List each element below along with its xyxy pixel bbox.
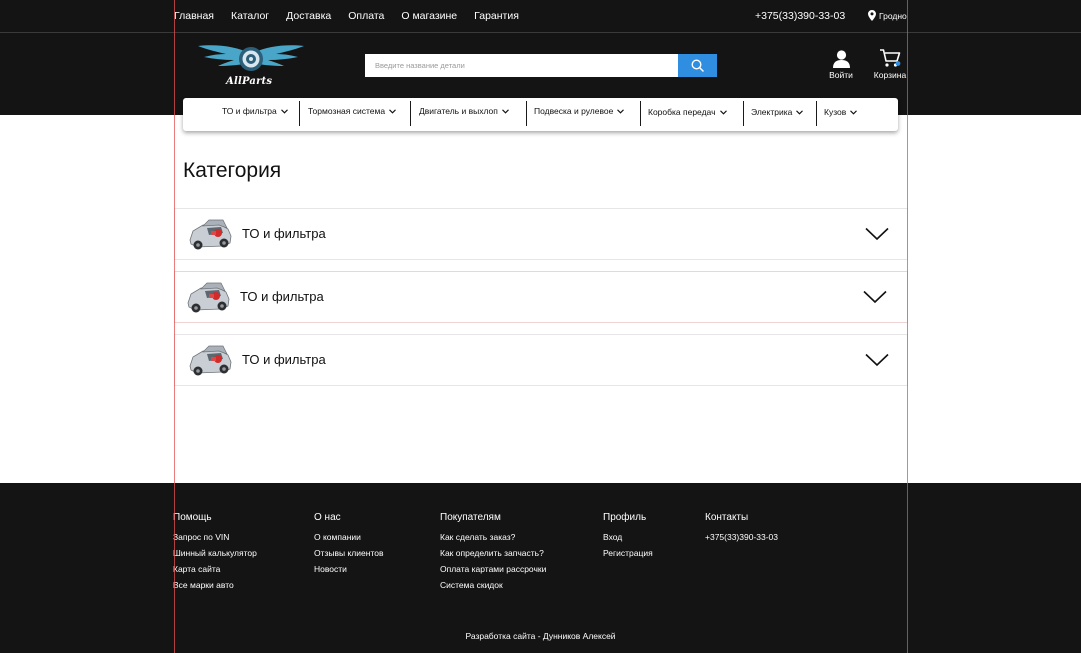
page: Главная Каталог Доставка Оплата О магази…: [0, 0, 1081, 653]
page-title: Категория: [183, 159, 282, 182]
header-phone[interactable]: +375(33)390-33-03: [755, 10, 845, 22]
cart-label: Корзина: [873, 70, 907, 80]
menu-item-label: Тормозная система: [308, 106, 386, 116]
chevron-down-icon: [863, 290, 887, 304]
menu-item-engine[interactable]: Двигатель и выхлоп: [419, 106, 509, 116]
nav-link-about-shop[interactable]: О магазине: [401, 10, 457, 22]
menu-divider: [743, 101, 744, 126]
menu-item-label: Электрика: [751, 107, 793, 117]
search-bar: [365, 54, 717, 77]
category-accordion-item[interactable]: ТО и фильтра: [174, 334, 908, 386]
footer-link[interactable]: Все марки авто: [173, 577, 257, 593]
menu-item-body[interactable]: Кузов: [824, 107, 858, 117]
category-accordion-item[interactable]: ТО и фильтра: [174, 208, 908, 260]
footer-link[interactable]: Система скидок: [440, 577, 546, 593]
footer-link[interactable]: Новости: [314, 561, 383, 577]
car-icon: [189, 345, 232, 376]
footer: Помощь Запрос по VIN Шинный калькулятор …: [0, 483, 1081, 653]
footer-link[interactable]: Запрос по VIN: [173, 529, 257, 545]
chevron-down-icon: [719, 109, 727, 115]
menu-item-label: Кузов: [824, 107, 847, 117]
menu-item-gearbox[interactable]: Коробка передач: [648, 107, 727, 117]
footer-link[interactable]: Как определить запчасть?: [440, 545, 546, 561]
footer-link[interactable]: +375(33)390-33-03: [705, 529, 778, 545]
chevron-down-icon: [280, 108, 288, 114]
search-button[interactable]: [678, 54, 717, 77]
category-item-label: ТО и фильтра: [240, 289, 324, 304]
footer-column-profile: Профиль Вход Регистрация: [603, 512, 653, 561]
nav-link-payment[interactable]: Оплата: [348, 10, 384, 22]
menu-item-label: Подвеска и рулевое: [534, 106, 614, 116]
nav-link-warranty[interactable]: Гарантия: [474, 10, 519, 22]
footer-link[interactable]: Регистрация: [603, 545, 653, 561]
nav-link-home[interactable]: Главная: [174, 10, 214, 22]
menu-item-label: Двигатель и выхлоп: [419, 106, 498, 116]
chevron-down-icon: [389, 108, 396, 114]
footer-link[interactable]: Как сделать заказ?: [440, 529, 546, 545]
top-nav: Главная Каталог Доставка Оплата О магази…: [174, 10, 536, 22]
category-menu: ТО и фильтра Тормозная система Двигатель…: [183, 98, 898, 131]
chevron-down-icon: [796, 109, 804, 115]
login-label: Войти: [829, 70, 853, 80]
menu-item-brakes[interactable]: Тормозная система: [308, 106, 396, 116]
category-accordion-item[interactable]: ТО и фильтра: [174, 271, 908, 323]
search-icon: [691, 59, 704, 72]
car-icon: [189, 219, 232, 250]
footer-heading: Покупателям: [440, 512, 501, 523]
search-input[interactable]: [365, 54, 678, 77]
menu-item-suspension[interactable]: Подвеска и рулевое: [534, 106, 625, 116]
footer-link[interactable]: Шинный калькулятор: [173, 545, 257, 561]
user-icon: [832, 50, 850, 68]
footer-link[interactable]: Оплата картами рассрочки: [440, 561, 546, 577]
chevron-down-icon: [617, 108, 625, 114]
logo-text[interactable]: AllParts: [226, 76, 272, 87]
menu-item-electrics[interactable]: Электрика: [751, 107, 804, 117]
top-bar: Главная Каталог Доставка Оплата О магази…: [0, 0, 1081, 33]
copyright: Разработка сайта - Дунников Алексей: [465, 631, 616, 641]
footer-column-contacts: Контакты +375(33)390-33-03: [705, 512, 778, 545]
footer-link[interactable]: Вход: [603, 529, 653, 545]
cart-icon: [880, 49, 901, 67]
footer-column-about: О нас О компании Отзывы клиентов Новости: [314, 512, 383, 577]
footer-link[interactable]: Отзывы клиентов: [314, 545, 383, 561]
menu-item-maintenance[interactable]: ТО и фильтра: [222, 106, 288, 116]
menu-divider: [526, 101, 527, 126]
chevron-down-icon: [865, 353, 889, 367]
menu-divider: [640, 101, 641, 126]
footer-column-customers: Покупателям Как сделать заказ? Как опред…: [440, 512, 546, 593]
car-icon: [187, 282, 230, 313]
chevron-down-icon: [865, 227, 889, 241]
category-item-label: ТО и фильтра: [242, 352, 326, 367]
footer-heading: О нас: [314, 512, 341, 523]
cart-button[interactable]: Корзина: [870, 48, 910, 80]
map-pin-icon: [868, 10, 876, 21]
footer-heading: Помощь: [173, 512, 212, 523]
menu-divider: [299, 101, 300, 126]
menu-item-label: Коробка передач: [648, 107, 716, 117]
menu-divider: [410, 101, 411, 126]
menu-item-label: ТО и фильтра: [222, 106, 277, 116]
footer-link[interactable]: О компании: [314, 529, 383, 545]
nav-link-catalog[interactable]: Каталог: [231, 10, 269, 22]
chevron-down-icon: [850, 109, 858, 115]
city-label: Гродно: [879, 10, 907, 21]
nav-link-delivery[interactable]: Доставка: [286, 10, 331, 22]
footer-column-help: Помощь Запрос по VIN Шинный калькулятор …: [173, 512, 257, 593]
category-item-label: ТО и фильтра: [242, 226, 326, 241]
chevron-down-icon: [501, 108, 509, 114]
footer-heading: Профиль: [603, 512, 647, 523]
footer-heading: Контакты: [705, 512, 749, 523]
menu-divider: [816, 101, 817, 126]
login-button[interactable]: Войти: [821, 48, 861, 80]
city-selector[interactable]: Гродно: [868, 10, 907, 21]
footer-link[interactable]: Карта сайта: [173, 561, 257, 577]
